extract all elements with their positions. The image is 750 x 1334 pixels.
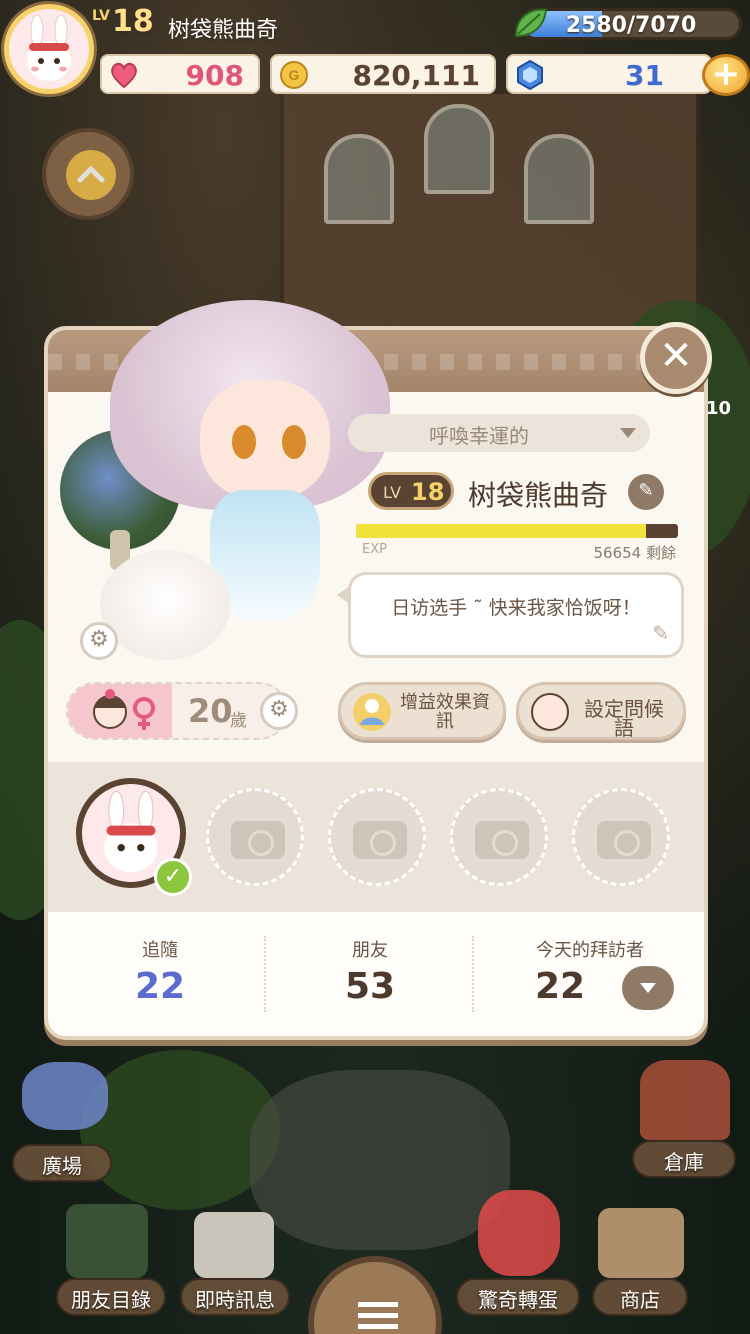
profile-level-number: 18 — [411, 478, 445, 506]
buff-effects-button[interactable]: 增益效果資訊 — [338, 682, 506, 740]
title-dropdown-value: 呼喚幸運的 — [429, 424, 529, 448]
visitors-dropdown-button[interactable] — [622, 966, 674, 1010]
surprise-gacha-button[interactable]: 驚奇轉蛋 — [456, 1284, 580, 1313]
energy-value: 2580/7070 — [565, 13, 697, 38]
title-dropdown[interactable]: 呼喚幸運的 — [348, 414, 650, 452]
chevron-up-icon — [66, 150, 116, 200]
set-greeting-button[interactable]: 設定問候語 — [516, 682, 686, 740]
profile-name: 树袋熊曲奇 — [468, 479, 609, 512]
shop-building-icon — [598, 1208, 684, 1278]
expand-menu-button[interactable] — [42, 128, 134, 220]
friends-list-button[interactable]: 朋友目錄 — [56, 1284, 166, 1313]
friends-label: 朋友 — [352, 940, 388, 961]
edit-name-pencil-icon[interactable]: ✎ — [628, 474, 664, 510]
exp-remaining: 56654 剩餘 — [593, 544, 677, 562]
girl-female-icon — [68, 684, 172, 738]
plaza-button[interactable]: 廣場 — [12, 1150, 112, 1179]
buff-effects-label: 增益效果資訊 — [400, 692, 490, 732]
camera-icon — [353, 821, 407, 859]
player-name: 树袋熊曲奇 — [168, 18, 279, 43]
hearts-value: 908 — [185, 59, 244, 92]
gold-counter: G 820,111 — [270, 54, 496, 94]
house-window — [424, 104, 494, 194]
heart-icon — [111, 62, 137, 89]
level-label: LV — [92, 8, 110, 24]
rabbit-avatar-icon — [27, 14, 71, 81]
hamburger-menu-icon — [358, 1302, 398, 1330]
gold-value: 820,111 — [352, 59, 480, 92]
greeting-bubble[interactable]: 日访选手 ˜ 快来我家恰饭呀！ ✎ — [337, 572, 684, 658]
exp-progress-fill — [356, 524, 646, 538]
todays-visitors-value: 22 — [534, 966, 586, 1007]
level-number: 18 — [112, 4, 154, 39]
set-greeting-label: 設定問候語 — [584, 697, 664, 740]
pet-settings-gear-icon[interactable]: ⚙ — [80, 622, 118, 660]
buff-people-icon — [353, 693, 391, 731]
energy-bar[interactable]: 2580/7070 — [520, 8, 742, 40]
player-avatar[interactable] — [4, 4, 94, 94]
stone-path — [250, 1070, 510, 1250]
waving-person-icon — [531, 693, 569, 731]
gems-counter: 31 — [506, 54, 712, 94]
camera-icon — [597, 821, 651, 859]
age-number: 20 — [188, 692, 233, 730]
gems-value: 31 — [625, 59, 664, 92]
close-button[interactable]: ✕ — [640, 322, 712, 394]
check-icon: ✓ — [154, 858, 192, 896]
messages-button[interactable]: 即時訊息 — [180, 1284, 290, 1313]
plaza-flower-icon — [22, 1062, 108, 1130]
age-settings-gear-icon[interactable]: ⚙ — [260, 692, 298, 730]
energy-leaf-icon — [514, 8, 548, 38]
friends-book-icon — [66, 1204, 148, 1278]
side-badge-count: 10 — [706, 398, 732, 419]
gold-coin-icon: G — [280, 61, 308, 89]
profile-level-label: LV — [383, 483, 402, 502]
warehouse-button[interactable]: 倉庫 — [632, 1146, 736, 1175]
followers-value[interactable]: 22 — [100, 966, 220, 1007]
camera-icon — [231, 821, 285, 859]
add-photo-slot[interactable] — [572, 788, 670, 886]
camera-icon — [475, 821, 529, 859]
age-unit: 歲 — [230, 711, 247, 731]
messages-board-icon — [194, 1212, 274, 1278]
exp-progress-bar — [356, 524, 678, 538]
todays-visitors-label: 今天的拜訪者 — [536, 940, 644, 961]
shop-button[interactable]: 商店 — [592, 1284, 688, 1313]
pet-fox — [100, 550, 230, 660]
pencil-icon: ✎ — [652, 621, 669, 645]
character-face — [200, 380, 330, 500]
greeting-text: 日访选手 ˜ 快来我家恰饭呀！ — [391, 597, 641, 619]
add-gems-button[interactable]: + — [702, 54, 750, 96]
add-photo-slot[interactable] — [450, 788, 548, 886]
add-photo-slot[interactable] — [206, 788, 304, 886]
warehouse-house-icon — [640, 1060, 730, 1140]
add-photo-slot[interactable] — [328, 788, 426, 886]
gacha-machine-icon — [478, 1190, 560, 1276]
gem-icon — [517, 59, 543, 91]
profile-level-badge: LV 18 — [368, 472, 454, 510]
house-window — [324, 134, 394, 224]
character-portrait — [60, 290, 390, 670]
house-window — [524, 134, 594, 224]
followers-label: 追隨 — [142, 940, 178, 961]
dropdown-arrow-icon — [620, 428, 636, 438]
age-display: 20 歲 — [66, 682, 288, 740]
svg-text:G: G — [289, 67, 300, 83]
friends-value[interactable]: 53 — [310, 966, 430, 1007]
hearts-counter: 908 — [100, 54, 260, 94]
exp-label: EXP — [362, 542, 387, 557]
